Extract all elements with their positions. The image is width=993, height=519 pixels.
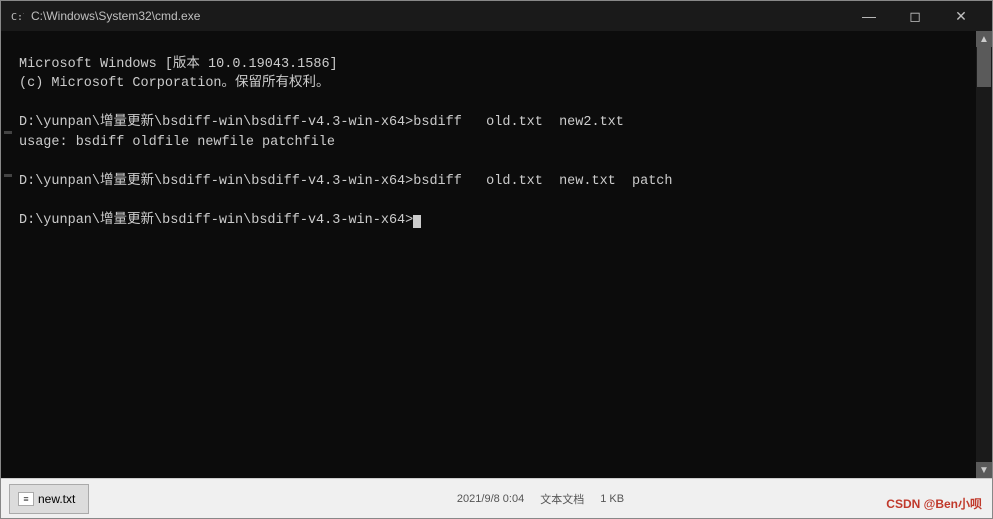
taskbar-item-label: new.txt bbox=[38, 492, 75, 506]
scroll-track[interactable] bbox=[976, 47, 992, 462]
side-markers bbox=[1, 31, 15, 478]
taskbar-center-info: 2021/9/8 0:04 文本文档 1 KB bbox=[457, 491, 624, 507]
taskbar-date: 2021/9/8 0:04 bbox=[457, 493, 524, 505]
side-marker-2 bbox=[4, 174, 12, 177]
cmd-icon: C:\ bbox=[9, 8, 25, 24]
close-button[interactable]: ✕ bbox=[938, 1, 984, 31]
line-9: D:\yunpan\增量更新\bsdiff-win\bsdiff-v4.3-wi… bbox=[19, 213, 421, 228]
restore-button[interactable]: ◻ bbox=[892, 1, 938, 31]
watermark: CSDN @Ben小呗 bbox=[886, 495, 982, 512]
window-controls: — ◻ ✕ bbox=[846, 1, 984, 31]
terminal-output[interactable]: Microsoft Windows [版本 10.0.19043.1586] (… bbox=[15, 31, 976, 478]
side-marker-1 bbox=[4, 131, 12, 134]
window-title: C:\Windows\System32\cmd.exe bbox=[31, 9, 846, 23]
line-2: (c) Microsoft Corporation。保留所有权利。 bbox=[19, 76, 330, 91]
terminal-area[interactable]: Microsoft Windows [版本 10.0.19043.1586] (… bbox=[1, 31, 992, 478]
cmd-window: C:\ C:\Windows\System32\cmd.exe — ◻ ✕ Mi… bbox=[0, 0, 993, 519]
line-7: D:\yunpan\增量更新\bsdiff-win\bsdiff-v4.3-wi… bbox=[19, 174, 673, 189]
scroll-down-button[interactable]: ▼ bbox=[976, 462, 992, 478]
minimize-button[interactable]: — bbox=[846, 1, 892, 31]
scroll-thumb[interactable] bbox=[977, 47, 991, 87]
line-5: usage: bsdiff oldfile newfile patchfile bbox=[19, 135, 335, 150]
scrollbar[interactable]: ▲ ▼ bbox=[976, 31, 992, 478]
taskbar-type: 文本文档 bbox=[540, 491, 584, 507]
taskbar-size: 1 KB bbox=[600, 493, 624, 505]
taskbar-item-newtxt[interactable]: ≡ new.txt bbox=[9, 484, 89, 514]
svg-text:C:\: C:\ bbox=[11, 12, 24, 23]
scroll-up-button[interactable]: ▲ bbox=[976, 31, 992, 47]
cursor bbox=[413, 215, 421, 228]
title-bar: C:\ C:\Windows\System32\cmd.exe — ◻ ✕ bbox=[1, 1, 992, 31]
line-1: Microsoft Windows [版本 10.0.19043.1586] bbox=[19, 57, 338, 72]
line-4: D:\yunpan\增量更新\bsdiff-win\bsdiff-v4.3-wi… bbox=[19, 115, 624, 130]
file-icon: ≡ bbox=[18, 492, 34, 506]
taskbar: ≡ new.txt 2021/9/8 0:04 文本文档 1 KB CSDN @… bbox=[1, 478, 992, 518]
